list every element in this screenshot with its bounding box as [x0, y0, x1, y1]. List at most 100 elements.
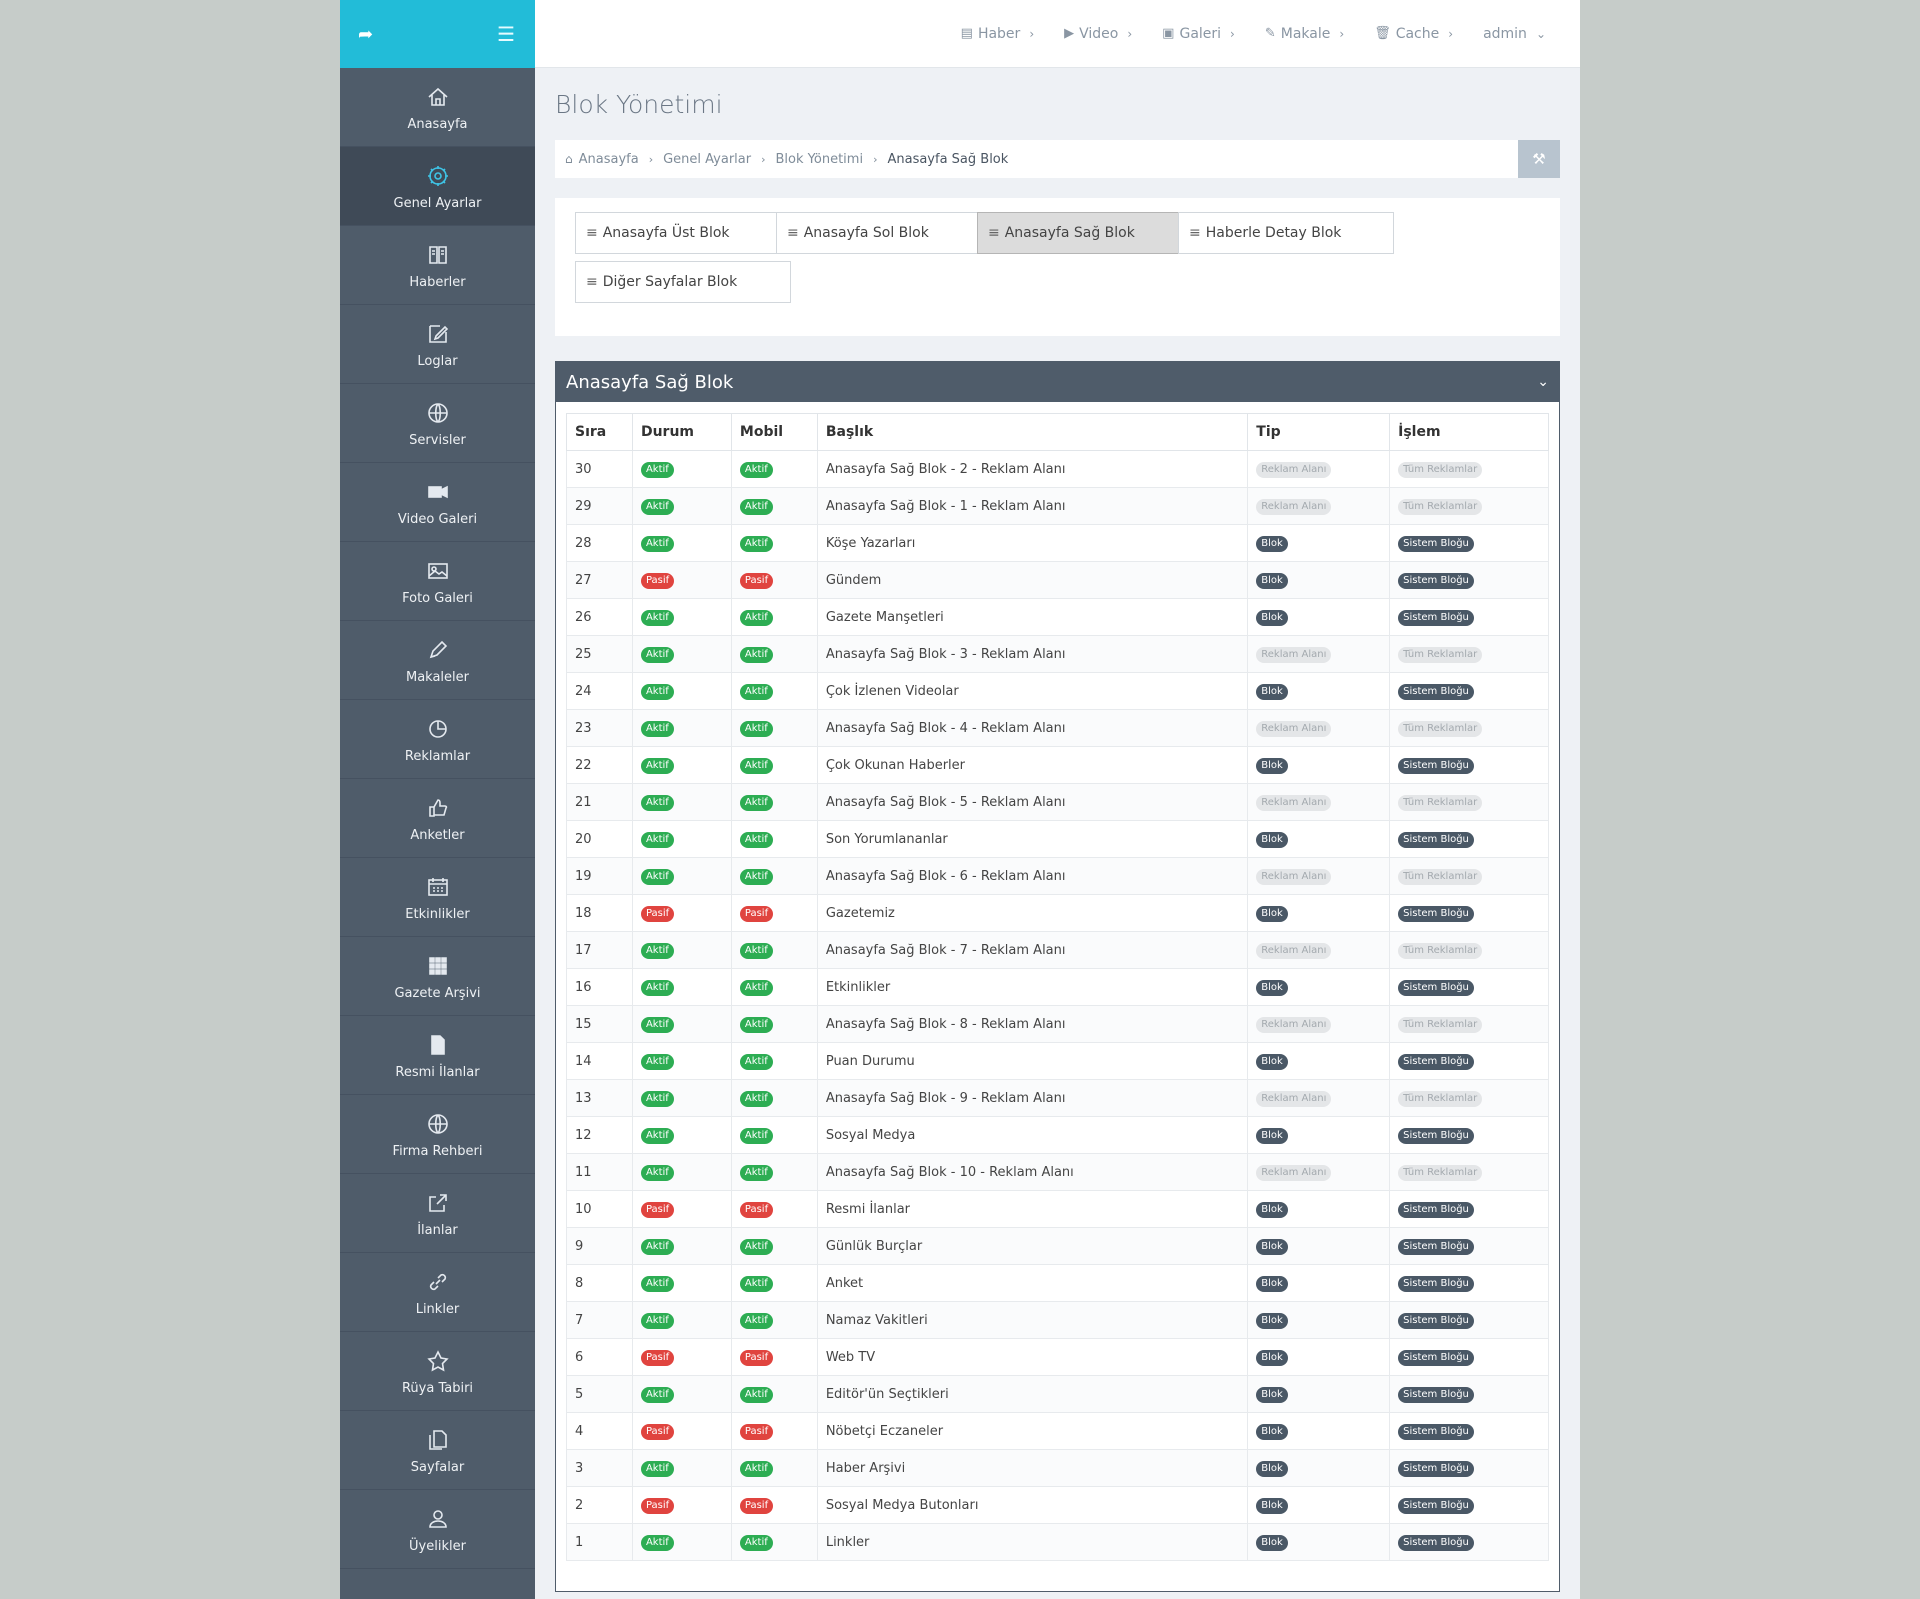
sidebar-item[interactable]: Anketler: [340, 779, 535, 858]
table-row[interactable]: 26 Aktif Aktif Gazete Manşetleri Blok Si…: [566, 598, 1549, 636]
table-row[interactable]: 3 Aktif Aktif Haber Arşivi Blok Sistem B…: [566, 1449, 1549, 1487]
status-badge[interactable]: Sistem Bloğu: [1398, 535, 1474, 552]
table-row[interactable]: 25 Aktif Aktif Anasayfa Sağ Blok - 3 - R…: [566, 635, 1549, 673]
status-badge[interactable]: Tüm Reklamlar: [1398, 1090, 1483, 1107]
breadcrumb-item[interactable]: Blok Yönetimi: [776, 152, 864, 167]
status-badge[interactable]: Sistem Bloğu: [1398, 1127, 1474, 1144]
block-button[interactable]: ≡ Diğer Sayfalar Blok: [575, 261, 791, 303]
sidebar-item[interactable]: Firma Rehberi: [340, 1095, 535, 1174]
sidebar-item[interactable]: Video Galeri: [340, 463, 535, 542]
table-row[interactable]: 28 Aktif Aktif Köşe Yazarları Blok Siste…: [566, 524, 1549, 562]
status-badge[interactable]: Sistem Bloğu: [1398, 1275, 1474, 1292]
status-badge[interactable]: Tüm Reklamlar: [1398, 868, 1483, 885]
top-nav-item[interactable]: ▤ Haber ›: [961, 26, 1034, 42]
hamburger-menu-icon[interactable]: ☰: [497, 22, 515, 46]
status-badge[interactable]: Sistem Bloğu: [1398, 609, 1474, 626]
status-badge[interactable]: Tüm Reklamlar: [1398, 794, 1483, 811]
status-badge[interactable]: Sistem Bloğu: [1398, 1460, 1474, 1477]
table-row[interactable]: 22 Aktif Aktif Çok Okunan Haberler Blok …: [566, 746, 1549, 784]
sidebar-item[interactable]: Rüya Tabiri: [340, 1332, 535, 1411]
table-row[interactable]: 7 Aktif Aktif Namaz Vakitleri Blok Siste…: [566, 1301, 1549, 1339]
status-badge[interactable]: Sistem Bloğu: [1398, 979, 1474, 996]
top-nav-item[interactable]: ▶ Video ›: [1064, 26, 1132, 42]
status-badge[interactable]: Sistem Bloğu: [1398, 1053, 1474, 1070]
sidebar-item[interactable]: Sayfalar: [340, 1411, 535, 1490]
table-row[interactable]: 8 Aktif Aktif Anket Blok Sistem Bloğu: [566, 1264, 1549, 1302]
table-row[interactable]: 10 Pasif Pasif Resmi İlanlar Blok Sistem…: [566, 1190, 1549, 1228]
table-row[interactable]: 20 Aktif Aktif Son Yorumlananlar Blok Si…: [566, 820, 1549, 858]
status-badge[interactable]: Sistem Bloğu: [1398, 1238, 1474, 1255]
table-row[interactable]: 4 Pasif Pasif Nöbetçi Eczaneler Blok Sis…: [566, 1412, 1549, 1450]
status-badge[interactable]: Sistem Bloğu: [1398, 1423, 1474, 1440]
table-row[interactable]: 5 Aktif Aktif Editör'ün Seçtikleri Blok …: [566, 1375, 1549, 1413]
status-badge[interactable]: Sistem Bloğu: [1398, 1312, 1474, 1329]
status-badge[interactable]: Sistem Bloğu: [1398, 572, 1474, 589]
status-badge[interactable]: Sistem Bloğu: [1398, 905, 1474, 922]
table-row[interactable]: 17 Aktif Aktif Anasayfa Sağ Blok - 7 - R…: [566, 931, 1549, 969]
sidebar-item[interactable]: Genel Ayarlar: [340, 147, 535, 226]
table-row[interactable]: 18 Pasif Pasif Gazetemiz Blok Sistem Blo…: [566, 894, 1549, 932]
block-button[interactable]: ≡ Anasayfa Sağ Blok: [977, 212, 1193, 254]
breadcrumb-item[interactable]: Anasayfa: [579, 152, 639, 167]
status-badge[interactable]: Tüm Reklamlar: [1398, 1164, 1483, 1181]
share-arrow-icon[interactable]: ➦: [358, 24, 373, 45]
top-nav-item[interactable]: 🗑 Cache ›: [1374, 26, 1453, 42]
status-badge[interactable]: Tüm Reklamlar: [1398, 942, 1483, 959]
wrench-icon[interactable]: ⚒: [1518, 140, 1560, 178]
sidebar-item[interactable]: Servisler: [340, 384, 535, 463]
block-button[interactable]: ≡ Anasayfa Üst Blok: [575, 212, 791, 254]
table-row[interactable]: 15 Aktif Aktif Anasayfa Sağ Blok - 8 - R…: [566, 1005, 1549, 1043]
status-badge[interactable]: Sistem Bloğu: [1398, 1386, 1474, 1403]
sidebar-item[interactable]: Loglar: [340, 305, 535, 384]
column-header[interactable]: Mobil: [730, 413, 818, 451]
top-nav-item[interactable]: ▣ Galeri ›: [1162, 26, 1235, 42]
table-row[interactable]: 2 Pasif Pasif Sosyal Medya Butonları Blo…: [566, 1486, 1549, 1524]
sidebar-item[interactable]: İlanlar: [340, 1174, 535, 1253]
sidebar-item[interactable]: Anasayfa: [340, 68, 535, 147]
status-badge[interactable]: Tüm Reklamlar: [1398, 646, 1483, 663]
table-row[interactable]: 24 Aktif Aktif Çok İzlenen Videolar Blok…: [566, 672, 1549, 710]
table-row[interactable]: 19 Aktif Aktif Anasayfa Sağ Blok - 6 - R…: [566, 857, 1549, 895]
chevron-down-icon[interactable]: ⌄: [1537, 374, 1549, 390]
top-nav-item[interactable]: ✎ Makale ›: [1265, 26, 1344, 42]
table-row[interactable]: 16 Aktif Aktif Etkinlikler Blok Sistem B…: [566, 968, 1549, 1006]
status-badge[interactable]: Tüm Reklamlar: [1398, 720, 1483, 737]
status-badge[interactable]: Sistem Bloğu: [1398, 1349, 1474, 1366]
status-badge[interactable]: Sistem Bloğu: [1398, 683, 1474, 700]
sidebar-item[interactable]: Foto Galeri: [340, 542, 535, 621]
table-row[interactable]: 23 Aktif Aktif Anasayfa Sağ Blok - 4 - R…: [566, 709, 1549, 747]
table-row[interactable]: 1 Aktif Aktif Linkler Blok Sistem Bloğu: [566, 1523, 1549, 1561]
column-header[interactable]: Sıra: [566, 413, 633, 451]
status-badge[interactable]: Sistem Bloğu: [1398, 1534, 1474, 1551]
status-badge[interactable]: Sistem Bloğu: [1398, 831, 1474, 848]
table-row[interactable]: 27 Pasif Pasif Gündem Blok Sistem Bloğu: [566, 561, 1549, 599]
breadcrumb-item[interactable]: Genel Ayarlar: [663, 152, 751, 167]
status-badge[interactable]: Tüm Reklamlar: [1398, 498, 1483, 515]
panel-header[interactable]: Anasayfa Sağ Blok ⌄: [556, 362, 1559, 402]
column-header[interactable]: Tip: [1247, 413, 1391, 451]
column-header[interactable]: Başlık: [816, 413, 1249, 451]
sidebar-item[interactable]: Reklamlar: [340, 700, 535, 779]
table-row[interactable]: 6 Pasif Pasif Web TV Blok Sistem Bloğu: [566, 1338, 1549, 1376]
table-row[interactable]: 13 Aktif Aktif Anasayfa Sağ Blok - 9 - R…: [566, 1079, 1549, 1117]
table-row[interactable]: 14 Aktif Aktif Puan Durumu Blok Sistem B…: [566, 1042, 1549, 1080]
sidebar-item[interactable]: Etkinlikler: [340, 858, 535, 937]
sidebar-item[interactable]: Linkler: [340, 1253, 535, 1332]
status-badge[interactable]: Tüm Reklamlar: [1398, 461, 1483, 478]
column-header[interactable]: Durum: [631, 413, 732, 451]
status-badge[interactable]: Tüm Reklamlar: [1398, 1016, 1483, 1033]
table-row[interactable]: 29 Aktif Aktif Anasayfa Sağ Blok - 1 - R…: [566, 487, 1549, 525]
block-button[interactable]: ≡ Anasayfa Sol Blok: [776, 212, 992, 254]
table-row[interactable]: 11 Aktif Aktif Anasayfa Sağ Blok - 10 - …: [566, 1153, 1549, 1191]
table-row[interactable]: 30 Aktif Aktif Anasayfa Sağ Blok - 2 - R…: [566, 450, 1549, 488]
user-menu[interactable]: admin ⌄: [1483, 26, 1546, 42]
sidebar-item[interactable]: Gazete Arşivi: [340, 937, 535, 1016]
table-row[interactable]: 12 Aktif Aktif Sosyal Medya Blok Sistem …: [566, 1116, 1549, 1154]
sidebar-item[interactable]: Resmi İlanlar: [340, 1016, 535, 1095]
table-row[interactable]: 21 Aktif Aktif Anasayfa Sağ Blok - 5 - R…: [566, 783, 1549, 821]
table-row[interactable]: 9 Aktif Aktif Günlük Burçlar Blok Sistem…: [566, 1227, 1549, 1265]
sidebar-item[interactable]: Haberler: [340, 226, 535, 305]
block-button[interactable]: ≡ Haberle Detay Blok: [1178, 212, 1394, 254]
column-header[interactable]: İşlem: [1389, 413, 1549, 451]
sidebar-item[interactable]: Makaleler: [340, 621, 535, 700]
